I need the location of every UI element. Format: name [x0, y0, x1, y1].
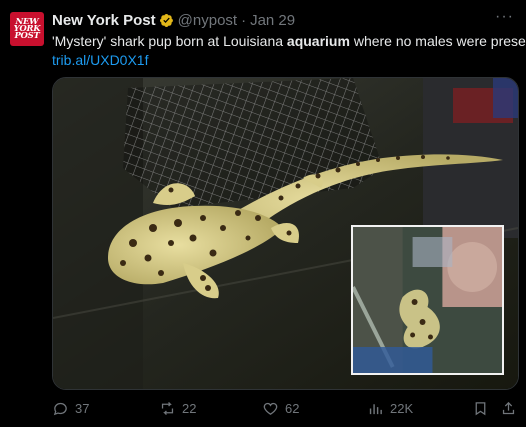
views-button[interactable]: 22K — [367, 398, 413, 418]
repost-button[interactable]: 22 — [159, 398, 196, 418]
like-button[interactable]: 62 — [262, 398, 299, 418]
bookmark-icon — [475, 401, 486, 415]
inset-photo — [351, 225, 504, 375]
tweet-text-bold: aquarium — [286, 33, 350, 49]
heart-icon — [263, 402, 278, 415]
tweet-text-end: where no males were present — [349, 33, 526, 49]
tweet-link[interactable]: trib.al/UXD0X1f — [52, 52, 148, 68]
tweet-date[interactable]: Jan 29 — [250, 12, 295, 29]
tweet-media-image[interactable] — [52, 77, 519, 390]
separator-dot: · — [241, 11, 247, 29]
more-options-icon[interactable]: ··· — [495, 8, 514, 26]
tweet-text-start: 'Mystery' shark pup born at Louisiana — [52, 33, 287, 49]
nypost-logo: NEW YORK POST — [13, 16, 41, 41]
bookmark-button[interactable] — [472, 398, 495, 418]
share-button[interactable] — [500, 398, 523, 418]
reply-count: 37 — [75, 400, 90, 416]
views-chart-icon — [369, 403, 382, 414]
avatar[interactable]: NEW YORK POST — [10, 12, 44, 46]
like-count: 62 — [285, 400, 300, 416]
verified-badge-icon[interactable] — [159, 13, 174, 28]
tweet-header: New York Post @nypost · Jan 29 — [52, 10, 295, 30]
reply-icon — [53, 402, 67, 415]
reply-button[interactable]: 37 — [52, 398, 89, 418]
repost-icon — [161, 401, 174, 415]
tweet-text: 'Mystery' shark pup born at Louisiana aq… — [52, 32, 526, 70]
account-handle[interactable]: @nypost — [178, 12, 237, 29]
inset-shark-photo — [353, 227, 502, 373]
account-name[interactable]: New York Post — [52, 12, 156, 29]
view-count: 22K — [390, 400, 414, 416]
share-icon — [502, 401, 515, 414]
action-bar: 37 22 62 22K — [52, 398, 522, 418]
repost-count: 22 — [182, 400, 197, 416]
